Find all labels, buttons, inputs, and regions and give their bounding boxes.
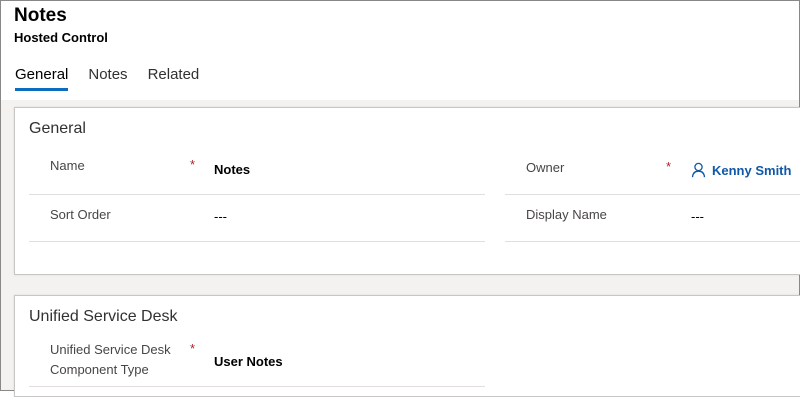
display-name-label: Display Name: [526, 207, 607, 222]
divider: [29, 241, 485, 242]
component-type-required-marker: *: [190, 341, 196, 356]
divider: [505, 241, 800, 242]
owner-required-marker: *: [666, 159, 672, 174]
owner-label: Owner: [526, 160, 565, 175]
page-subtitle: Hosted Control: [14, 30, 108, 45]
tab-general[interactable]: General: [15, 66, 69, 91]
divider: [505, 194, 800, 195]
component-type-label-line2: Component Type: [50, 362, 149, 377]
general-section: General Name * Notes Owner * Kenny Smith…: [14, 107, 800, 275]
owner-lookup[interactable]: Kenny Smith: [691, 162, 791, 178]
divider: [29, 386, 485, 387]
tab-related[interactable]: Related: [148, 66, 200, 89]
tab-bar: General Notes Related: [15, 66, 200, 91]
name-required-marker: *: [190, 157, 196, 172]
name-field[interactable]: Notes: [214, 162, 250, 177]
person-icon: [691, 162, 706, 178]
sort-order-label: Sort Order: [50, 207, 111, 222]
component-type-field[interactable]: User Notes: [214, 354, 283, 369]
divider: [29, 194, 485, 195]
owner-name-link[interactable]: Kenny Smith: [712, 163, 791, 178]
name-label: Name: [50, 158, 85, 173]
component-type-label-line1: Unified Service Desk: [50, 342, 171, 357]
usd-section: Unified Service Desk Unified Service Des…: [14, 295, 800, 397]
sort-order-field[interactable]: ---: [214, 209, 227, 224]
display-name-field[interactable]: ---: [691, 209, 704, 224]
page-title: Notes: [14, 5, 67, 26]
usd-section-title: Unified Service Desk: [29, 308, 178, 325]
tab-notes[interactable]: Notes: [88, 66, 127, 89]
general-section-title: General: [29, 120, 86, 137]
